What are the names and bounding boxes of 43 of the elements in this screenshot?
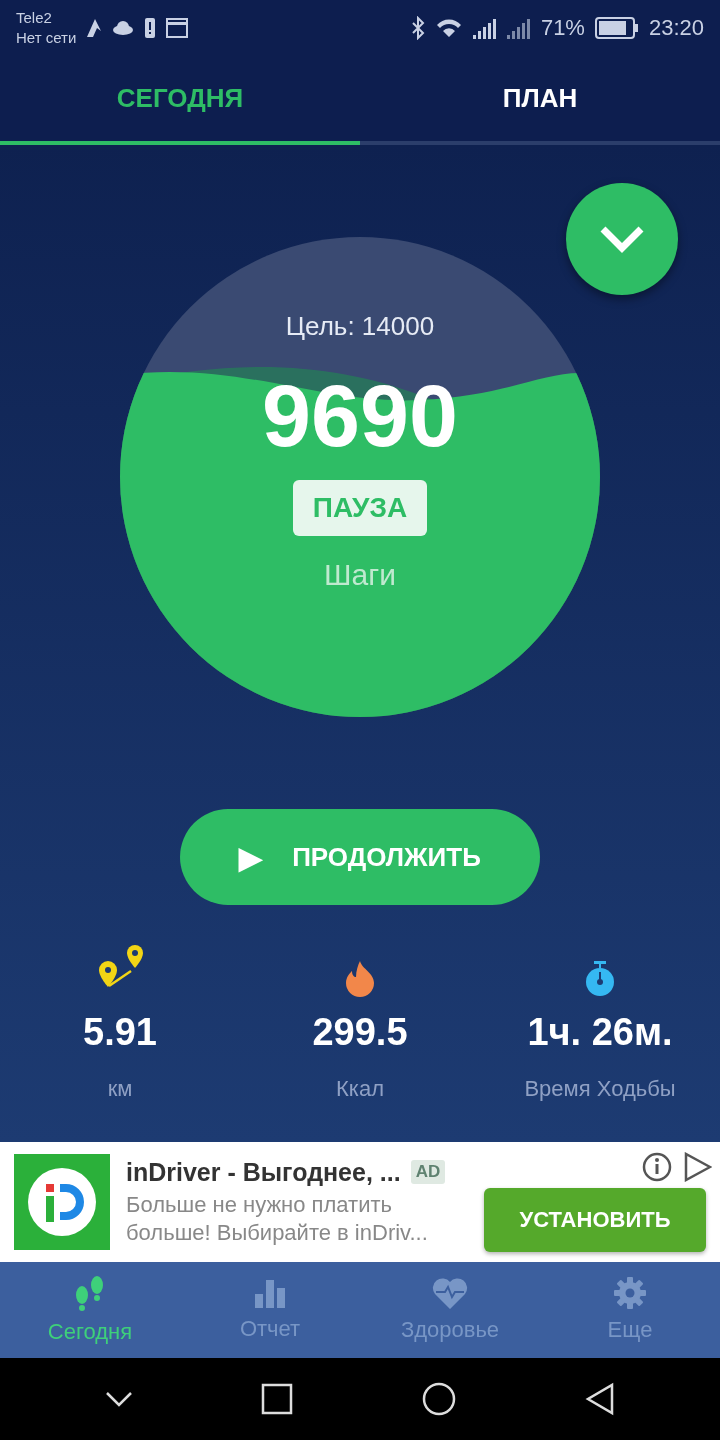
nav-item[interactable]: Здоровье (360, 1262, 540, 1358)
stopwatch-icon (584, 961, 616, 997)
calendar-icon (166, 17, 189, 38)
continue-button[interactable]: ▶ ПРОДОЛЖИТЬ (180, 809, 540, 905)
nav-item[interactable]: Еще (540, 1262, 720, 1358)
pause-button[interactable]: ПАУЗА (292, 480, 428, 536)
step-count: 9690 (262, 366, 458, 466)
nav-item[interactable]: Сегодня (0, 1262, 180, 1358)
battery-percent: 71% (540, 14, 585, 41)
network-status: Нет сети (16, 27, 77, 48)
install-button[interactable]: УСТАНОВИТЬ (484, 1188, 706, 1252)
no-signal-icon (506, 16, 531, 39)
ad-badge: AD (410, 1160, 446, 1184)
chevron-down-icon (599, 225, 645, 253)
goal-label: Цель: 14000 (285, 311, 435, 342)
cloud-icon (112, 20, 135, 35)
tab[interactable]: ПЛАН (360, 55, 720, 145)
ad-title: inDriver - Выгоднее, ... (126, 1157, 401, 1187)
stat-label: Время Ходьбы (524, 1076, 676, 1102)
info-icon[interactable] (642, 1152, 672, 1182)
flame-icon (344, 961, 376, 997)
ad-choices-icon[interactable] (682, 1152, 712, 1182)
footprints-icon (75, 1275, 105, 1311)
nav-item[interactable]: Отчет (180, 1262, 360, 1358)
stat-label: Ккал (336, 1076, 384, 1102)
carrier-name: Tele2 (16, 7, 53, 28)
recents-icon[interactable] (261, 1383, 294, 1415)
ad-text: Больше не нужно платить больше! Выбирайте в inDriv... (126, 1190, 429, 1247)
bluetooth-icon (410, 15, 425, 40)
heart-pulse-icon (432, 1277, 468, 1309)
bar-chart-icon (255, 1278, 285, 1308)
signal-icon (472, 16, 497, 39)
stat-label: км (107, 1076, 133, 1102)
stat-value: 1ч. 26м. (527, 1011, 673, 1054)
chevron-down-icon[interactable] (103, 1389, 134, 1409)
steps-label: Шаги (324, 558, 396, 592)
stat-value: 5.91 (83, 1011, 157, 1054)
battery-alert-icon (144, 16, 157, 39)
home-icon[interactable] (420, 1381, 457, 1417)
clock: 23:20 (648, 14, 704, 41)
battery-icon (594, 16, 639, 39)
stat-value: 299.5 (312, 1011, 408, 1054)
play-icon: ▶ (239, 839, 263, 875)
